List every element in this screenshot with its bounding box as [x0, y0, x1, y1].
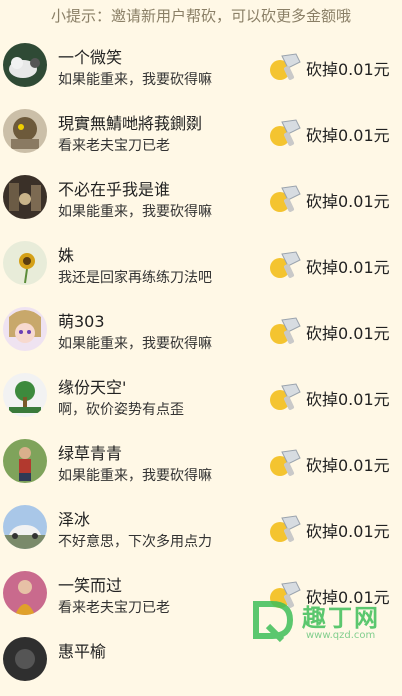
coin-knife-icon [270, 515, 301, 542]
watermark-url: www.qzd.com [306, 630, 376, 641]
list-item[interactable]: 泽冰 不好意思，下次多用点力 砍掉0.01元 [0, 498, 402, 564]
cut-message: 我还是回家再练练刀法吧 [58, 270, 212, 286]
avatar[interactable] [3, 571, 47, 615]
user-name: 萌303 [58, 312, 105, 331]
cut-message: 如果能重来，我要砍得嘛 [58, 204, 212, 220]
cut-message: 如果能重来，我要砍得嘛 [58, 72, 212, 88]
avatar[interactable] [3, 241, 47, 285]
cut-amount: 砍掉0.01元 [268, 250, 400, 280]
cut-amount: 砍掉0.01元 [268, 316, 400, 346]
user-name: 不必在乎我是谁 [58, 180, 171, 199]
avatar[interactable] [3, 307, 47, 351]
list-item[interactable]: 绿草青青 如果能重来，我要砍得嘛 砍掉0.01元 [0, 432, 402, 498]
avatar[interactable] [3, 109, 47, 153]
list-item[interactable]: 一个微笑 如果能重来，我要砍得嘛 砍掉0.01元 [0, 36, 402, 102]
coin-knife-icon [270, 449, 301, 476]
list-item[interactable]: 不必在乎我是谁 如果能重来，我要砍得嘛 砍掉0.01元 [0, 168, 402, 234]
cut-message: 啊，砍价姿势有点歪 [58, 402, 184, 418]
avatar[interactable] [3, 505, 47, 549]
user-name: 姝 [58, 246, 75, 265]
user-name: 泽冰 [58, 510, 91, 529]
user-name: 惠平榆 [58, 642, 107, 661]
list-item[interactable]: 萌303 如果能重来，我要砍得嘛 砍掉0.01元 [0, 300, 402, 366]
coin-knife-icon [270, 53, 301, 80]
avatar[interactable] [3, 439, 47, 483]
logo-icon [253, 601, 294, 643]
amount-text: 砍掉0.01元 [306, 390, 390, 409]
avatar[interactable] [3, 175, 47, 219]
cut-message: 看来老夫宝刀已老 [58, 138, 170, 154]
amount-text: 砍掉0.01元 [306, 522, 390, 541]
watermark-title: 趣丁网 [302, 603, 380, 632]
user-name: 缘份天空' [58, 378, 127, 397]
cut-amount: 砍掉0.01元 [268, 514, 400, 544]
cut-message: 不好意思，下次多用点力 [58, 534, 212, 550]
coin-knife-icon [270, 383, 301, 410]
list-item[interactable]: 現實無鯖哋將莪鍘剟 看来老夫宝刀已老 砍掉0.01元 [0, 102, 402, 168]
user-name: 一笑而过 [58, 576, 123, 595]
cut-message: 看来老夫宝刀已老 [58, 600, 170, 616]
coin-knife-icon [270, 119, 301, 146]
coin-knife-icon [270, 317, 301, 344]
amount-text: 砍掉0.01元 [306, 126, 390, 145]
user-name: 绿草青青 [58, 444, 123, 463]
coin-knife-icon [270, 185, 301, 212]
cut-amount: 砍掉0.01元 [268, 52, 400, 82]
cut-amount: 砍掉0.01元 [268, 184, 400, 214]
cut-message: 如果能重来，我要砍得嘛 [58, 468, 212, 484]
cut-amount: 砍掉0.01元 [268, 448, 400, 478]
avatar[interactable] [3, 43, 47, 87]
cut-amount: 砍掉0.01元 [268, 382, 400, 412]
cut-message: 如果能重来，我要砍得嘛 [58, 336, 212, 352]
avatar[interactable] [3, 637, 47, 681]
list-item[interactable]: 姝 我还是回家再练练刀法吧 砍掉0.01元 [0, 234, 402, 300]
user-name: 現實無鯖哋將莪鍘剟 [58, 114, 203, 133]
amount-text: 砍掉0.01元 [306, 456, 390, 475]
amount-text: 砍掉0.01元 [306, 258, 390, 277]
list-item[interactable]: 缘份天空' 啊，砍价姿势有点歪 砍掉0.01元 [0, 366, 402, 432]
hint-banner: 小提示：邀请新用户帮砍，可以砍更多金额哦 [50, 7, 351, 25]
amount-text: 砍掉0.01元 [306, 192, 390, 211]
amount-text: 砍掉0.01元 [306, 324, 390, 343]
coin-knife-icon [270, 251, 301, 278]
amount-text: 砍掉0.01元 [306, 60, 390, 79]
site-watermark: 趣丁网 www.qzd.com [250, 594, 398, 650]
cut-amount: 砍掉0.01元 [268, 118, 400, 148]
user-name: 一个微笑 [58, 48, 123, 67]
avatar[interactable] [3, 373, 47, 417]
